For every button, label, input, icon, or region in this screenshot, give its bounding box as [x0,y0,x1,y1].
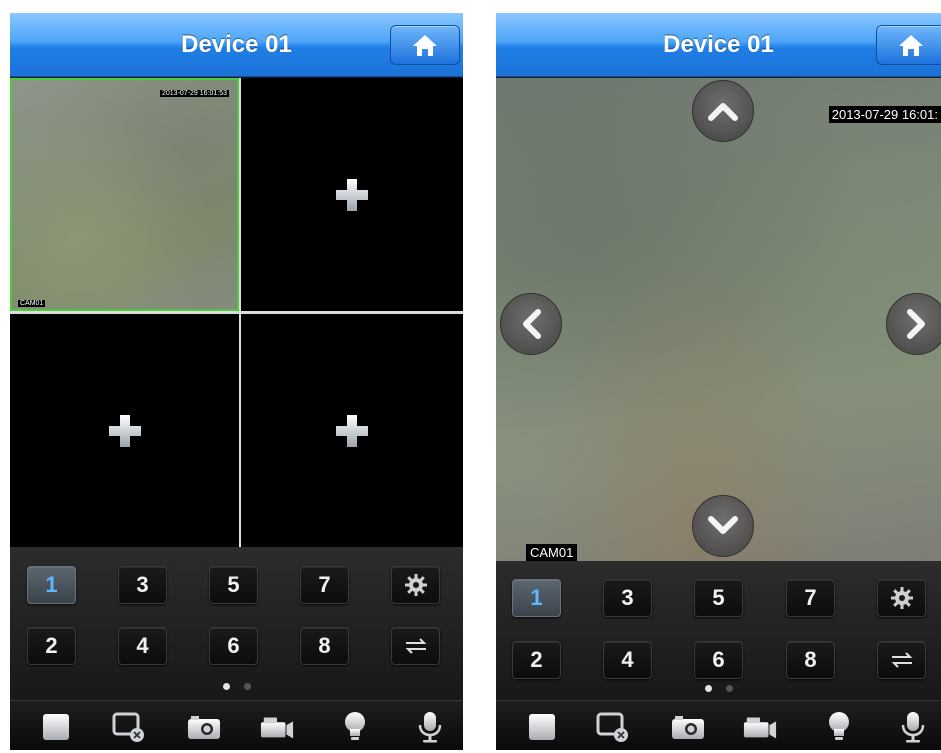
up-arrow-icon [708,103,738,121]
stop-icon [43,714,69,740]
ptz-down-button[interactable] [692,495,754,557]
video-tile-4[interactable] [241,314,463,547]
page-title: Device 01 [663,31,774,58]
channel-key-1[interactable]: 1 [512,579,561,617]
record-button[interactable] [743,711,777,743]
page-dot [704,685,712,692]
page-indicator [496,685,941,692]
channel-key-3[interactable]: 3 [118,566,167,604]
stop-button[interactable] [525,711,559,743]
left-arrow-icon [523,309,541,339]
settings-gear-icon [404,574,427,596]
settings-gear-icon [890,587,913,609]
close-video-button[interactable] [112,711,146,743]
close-video-icon [112,712,144,742]
channel-key-5[interactable]: 5 [209,566,258,604]
settings-button[interactable] [391,566,440,604]
page-indicator [10,683,463,690]
stop-button[interactable] [39,711,73,743]
plus-icon [108,414,141,447]
light-button[interactable] [822,711,856,743]
right-screen: Device 01 2013-07-29 16:01: CAM01 1 3 5 … [496,13,941,750]
microphone-button[interactable] [413,711,447,743]
channel-key-4[interactable]: 4 [118,627,167,665]
channel-key-2[interactable]: 2 [512,641,561,679]
microphone-icon [901,712,925,743]
bottom-toolbar [496,700,941,750]
bottom-toolbar [10,700,463,750]
close-video-button[interactable] [596,711,630,743]
camera-label: CAM01 [526,544,578,561]
ptz-up-button[interactable] [692,80,754,142]
light-button[interactable] [338,711,372,743]
plus-icon [336,178,368,211]
record-video-icon [260,717,294,739]
nav-bar: Device 01 [10,13,463,77]
control-panel: 1 3 5 7 2 4 6 8 [10,547,463,700]
ptz-right-button[interactable] [886,293,941,355]
channel-key-5[interactable]: 5 [694,579,743,617]
left-screen: Device 01 2013-07-29 16:01:53 CAM01 1 3 … [10,13,463,750]
timestamp-overlay: 2013-07-29 16:01: [828,106,941,123]
page-dot [725,685,733,692]
timestamp-overlay: 2013-07-29 16:01:53 [160,90,229,97]
snapshot-camera-icon [672,716,704,739]
channel-key-3[interactable]: 3 [603,579,652,617]
snapshot-button[interactable] [187,711,221,743]
video-tile-3[interactable] [10,314,239,547]
light-bulb-icon [345,712,365,740]
video-tile-2[interactable] [241,78,463,311]
ptz-left-button[interactable] [500,293,562,355]
snapshot-camera-icon [188,716,220,739]
camera-label: CAM01 [18,300,46,307]
close-video-icon [596,712,628,742]
channel-key-6[interactable]: 6 [694,641,743,679]
microphone-button[interactable] [896,711,930,743]
home-button[interactable] [876,25,941,65]
channel-key-8[interactable]: 8 [786,641,835,679]
video-tile-1[interactable]: 2013-07-29 16:01:53 CAM01 [10,78,239,311]
video-grid: 2013-07-29 16:01:53 CAM01 [10,78,463,547]
swap-button[interactable] [877,641,926,679]
page-dot [243,683,251,690]
swap-button[interactable] [391,627,440,665]
stop-icon [529,714,555,740]
home-icon [899,35,923,56]
down-arrow-icon [708,516,738,534]
nav-bar: Device 01 [496,13,941,77]
right-arrow-icon [907,309,925,339]
home-icon [413,35,437,56]
channel-key-8[interactable]: 8 [300,627,349,665]
channel-key-6[interactable]: 6 [209,627,258,665]
settings-button[interactable] [877,579,926,617]
channel-key-7[interactable]: 7 [300,566,349,604]
camera-feed: 2013-07-29 16:01:53 CAM01 [12,80,237,309]
fullscreen-video[interactable]: 2013-07-29 16:01: CAM01 [496,78,941,561]
page-dot [222,683,230,690]
home-button[interactable] [390,25,460,65]
record-button[interactable] [260,711,294,743]
channel-key-4[interactable]: 4 [603,641,652,679]
snapshot-button[interactable] [671,711,705,743]
microphone-icon [418,712,442,743]
swap-arrows-icon [405,638,426,654]
channel-key-2[interactable]: 2 [27,627,76,665]
control-panel: 1 3 5 7 2 4 6 8 [496,561,941,700]
record-video-icon [743,717,777,739]
light-bulb-icon [829,712,849,740]
channel-key-7[interactable]: 7 [786,579,835,617]
swap-arrows-icon [891,652,912,668]
plus-icon [336,414,368,447]
channel-key-1[interactable]: 1 [27,566,76,604]
